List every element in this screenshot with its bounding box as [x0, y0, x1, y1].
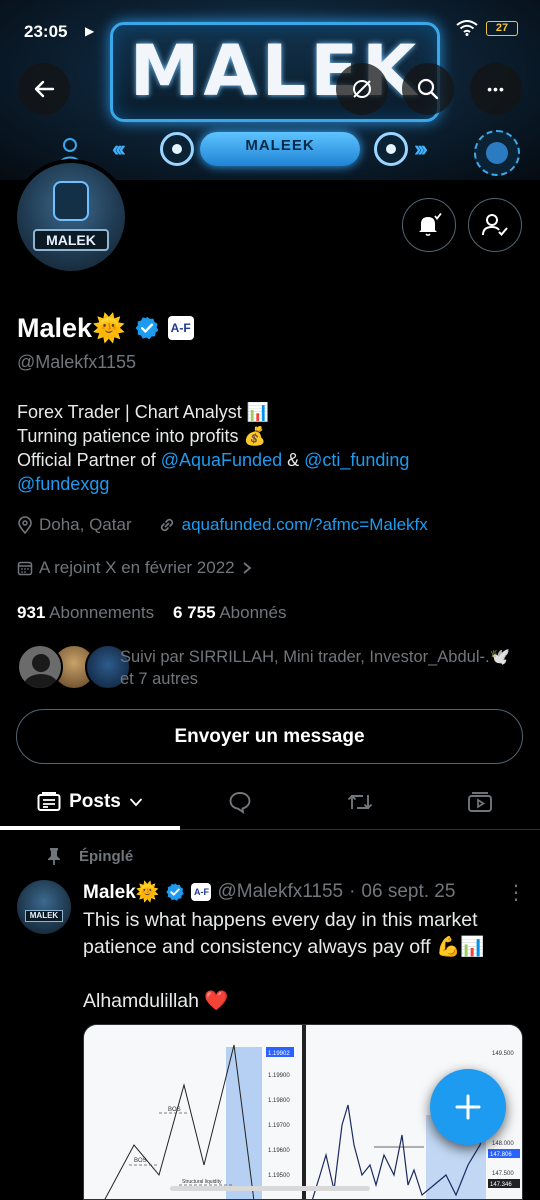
post-author-name[interactable]: Malek🌞 — [83, 880, 159, 904]
following-button[interactable] — [468, 198, 522, 252]
notifications-button[interactable] — [402, 198, 456, 252]
repost-icon — [347, 794, 373, 810]
post-author-avatar[interactable]: MALEK — [17, 880, 71, 934]
post-header: Malek🌞 A‑F @Malekfx1155 · 06 sept. 25 — [83, 880, 455, 904]
calendar-icon — [17, 561, 33, 576]
more-button[interactable]: ••• — [470, 63, 522, 115]
chevron-down-icon — [129, 798, 143, 807]
send-message-button[interactable]: Envoyer un message — [16, 709, 523, 764]
profile-location: Doha, Qatar — [39, 515, 132, 534]
profile-tabs: Posts — [0, 774, 540, 830]
follower-avatar-default — [17, 644, 63, 690]
bio-line-2: Turning patience into profits 💰 — [17, 426, 266, 446]
post-author-handle: @Malekfx1155 — [217, 881, 344, 902]
more-icon: ••• — [487, 81, 505, 97]
chart-label-bos-1: BOS — [168, 1107, 181, 1113]
profile-meta: Doha, Qatar aquafunded.com/?afmc=Malekfx — [17, 515, 428, 535]
right-price-3: 147.500 — [492, 1171, 514, 1177]
location-pin-icon — [18, 516, 32, 534]
tab-replies[interactable] — [180, 774, 300, 830]
bell-check-icon — [419, 212, 442, 237]
status-nav-icon: ▶ — [85, 24, 95, 38]
posts-icon — [37, 792, 61, 811]
followed-by-avatars[interactable] — [17, 644, 131, 690]
post-separator: · — [349, 881, 356, 902]
verified-badge-icon[interactable] — [134, 315, 160, 341]
arrow-left-icon — [34, 80, 55, 98]
compose-post-button[interactable] — [430, 1069, 506, 1145]
profile-website[interactable]: aquafunded.com/?afmc=Malekfx — [182, 515, 428, 535]
right-price-2: 148.000 — [492, 1141, 514, 1147]
reply-icon — [229, 792, 251, 814]
post-text: This is what happens every day in this m… — [83, 909, 485, 1012]
back-button[interactable] — [18, 63, 70, 115]
user-check-icon — [482, 214, 508, 236]
profile-bio: Forex Trader | Chart Analyst 📊 Turning p… — [17, 400, 527, 496]
right-price-tag-2: 147.346 — [490, 1182, 512, 1188]
battery-icon: 27 — [486, 20, 518, 36]
affiliate-badge[interactable]: A‑F — [167, 316, 194, 340]
post-more-button[interactable]: ⋮ — [506, 880, 526, 905]
banner-ring-right — [374, 132, 408, 166]
left-price-tag: 1.19902 — [268, 1051, 290, 1057]
banner-chevrons-left: ‹‹‹ — [112, 136, 126, 161]
banner-ring-left — [160, 132, 194, 166]
pinned-label: Épinglé — [79, 847, 134, 865]
mention-fundexgg[interactable]: @fundexgg — [17, 474, 109, 494]
profile-avatar[interactable]: MALEK — [13, 159, 129, 275]
mention-cti-funding[interactable]: @cti_funding — [304, 450, 409, 470]
no-sync-icon — [353, 80, 371, 98]
mention-aquafunded[interactable]: @AquaFunded — [161, 450, 282, 470]
followers-link[interactable]: 6 755 Abonnés — [173, 603, 286, 622]
banner-pill-text: MALEEK — [245, 137, 315, 154]
bio-line-3: Official Partner of @AquaFunded & @cti_f… — [17, 450, 410, 470]
tab-posts[interactable]: Posts — [0, 774, 180, 830]
profile-stats: 931 Abonnements 6 755 Abonnés — [17, 603, 286, 623]
avatar-image: MALEK — [17, 163, 125, 271]
search-button[interactable] — [402, 63, 454, 115]
status-time: 23:05 — [24, 22, 68, 41]
post-affiliate-badge: A‑F — [191, 883, 212, 901]
chart-label-bos-2: BOS — [134, 1158, 147, 1164]
wifi-icon — [456, 20, 478, 36]
profile-joined-row[interactable]: A rejoint X en février 2022 — [17, 558, 253, 578]
right-price-1: 149.500 — [492, 1051, 514, 1057]
post-avatar-label: MALEK — [25, 910, 63, 922]
banner-chevrons-right: ››› — [414, 136, 428, 161]
left-price-1: 1.19900 — [268, 1073, 290, 1079]
status-indicators: 27 — [456, 20, 518, 36]
chart-label-liquidity: Structural liquidity — [182, 1179, 222, 1185]
search-icon — [417, 78, 439, 100]
following-link[interactable]: 931 Abonnements — [17, 603, 154, 622]
avatar-label: MALEK — [33, 229, 109, 251]
active-tab-indicator — [0, 826, 180, 830]
banner-badge-icon — [474, 130, 520, 176]
verified-badge-icon — [166, 883, 185, 901]
pinned-indicator: Épinglé — [47, 847, 133, 865]
tab-posts-label: Posts — [69, 791, 121, 812]
right-price-tag: 147.806 — [490, 1152, 512, 1158]
status-bar: 23:05 ▶ 27 — [0, 0, 540, 60]
video-icon — [468, 792, 492, 812]
gesture-home-bar[interactable] — [170, 1186, 370, 1191]
tab-media[interactable] — [420, 774, 540, 830]
profile-joined: A rejoint X en février 2022 — [39, 558, 235, 577]
profile-name: Malek🌞 — [17, 313, 126, 343]
left-price-2: 1.19800 — [268, 1098, 290, 1104]
profile-handle: @Malekfx1155 — [17, 352, 136, 372]
profile-name-row: Malek🌞 A‑F — [17, 312, 194, 344]
tab-reposts[interactable] — [300, 774, 420, 830]
plus-icon — [455, 1094, 481, 1120]
avatar-figure — [53, 181, 89, 221]
link-icon — [160, 518, 173, 532]
sync-button[interactable] — [336, 63, 388, 115]
chevron-right-icon — [243, 562, 252, 574]
left-price-5: 1.19500 — [268, 1173, 290, 1179]
left-price-4: 1.19600 — [268, 1148, 290, 1154]
post-date[interactable]: 06 sept. 25 — [361, 881, 455, 903]
pin-icon — [48, 848, 60, 865]
left-price-3: 1.19700 — [268, 1123, 290, 1129]
followed-by-text[interactable]: Suivi par SIRRILLAH, Mini trader, Invest… — [120, 646, 520, 690]
bio-line-1: Forex Trader | Chart Analyst 📊 — [17, 402, 270, 422]
